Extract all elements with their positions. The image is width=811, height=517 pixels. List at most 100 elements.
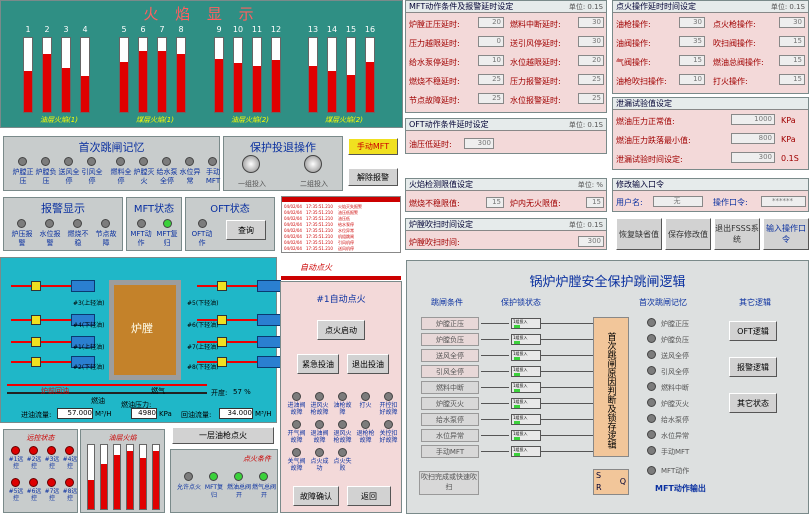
- ignite-delay-input[interactable]: 30: [779, 17, 805, 28]
- auto-ignite-lamp: [384, 392, 393, 401]
- emergency-oil-button[interactable]: 紧急投油: [297, 354, 339, 374]
- oil-flame-bar-fill: [140, 457, 146, 509]
- auto-ignite-lamp: [384, 420, 393, 429]
- oft-query-button[interactable]: 查询: [226, 220, 266, 240]
- flame-bar: [308, 37, 318, 113]
- burner[interactable]: [11, 280, 95, 292]
- reset-alarm-button[interactable]: 解除报警: [348, 168, 398, 186]
- mft-delay-input[interactable]: 0: [478, 36, 504, 47]
- leak-test-title: 泄漏试验值设定: [613, 98, 808, 110]
- auto-ignite-lamp-label: 关气阀故障: [287, 458, 306, 472]
- first-trip-lamp-label: 炉膛负压: [35, 168, 57, 185]
- flame-bar-fill: [366, 61, 374, 112]
- user-input[interactable]: 无: [653, 196, 703, 207]
- oft-delay-title: OFT动作条件延时设定 单位: 0.1S: [406, 119, 606, 131]
- mft-delay-input[interactable]: 30: [578, 17, 604, 28]
- ignite-start-button[interactable]: 点火启动: [317, 320, 365, 340]
- ignite-delay-input[interactable]: 15: [779, 55, 805, 66]
- first-trip-lamp: [18, 157, 27, 166]
- oft-delay-panel: OFT动作条件延时设定 单位: 0.1S 油压低延时: 300: [405, 118, 607, 154]
- unstable-limit-input[interactable]: 15: [486, 197, 504, 208]
- auto-ignite-lamp-label: 点火失败: [333, 458, 352, 472]
- event-cell: 引风机停: [338, 240, 354, 245]
- first-trip-lamp-label: 手动MFT: [205, 168, 221, 185]
- auto-ignite-lamp: [292, 392, 301, 401]
- lock-switch[interactable]: 1组投入: [511, 318, 541, 329]
- furnace-panel: 炉膛 #3(上轻油) #4(下轻油) #1(上轻油) #2(下轻油) #5(下轻油) #6…: [0, 257, 281, 423]
- mft-delay-label: 水位报警延时:: [510, 96, 561, 105]
- mft-delay-input[interactable]: 30: [578, 36, 604, 47]
- leak-test-unit: KPa: [781, 135, 796, 144]
- mft-delay-input[interactable]: 20: [578, 55, 604, 66]
- mft-delay-input[interactable]: 25: [578, 93, 604, 104]
- mft-delay-input[interactable]: 25: [478, 93, 504, 104]
- ignite-delay-input[interactable]: 30: [679, 17, 705, 28]
- one-layer-ignite-button[interactable]: 一层油枪点火: [172, 427, 274, 444]
- logic-wire: [481, 419, 509, 420]
- lock-switch[interactable]: 1组投入: [511, 398, 541, 409]
- flame-bar-number: 1: [25, 25, 31, 34]
- manual-mft-button[interactable]: 手动MFT: [348, 138, 398, 155]
- mft-delay-input[interactable]: 25: [478, 74, 504, 85]
- lock-switch[interactable]: 1组投入: [511, 334, 541, 345]
- auto-ignite-label: 自动点火: [300, 263, 332, 272]
- lock-switch[interactable]: 1组投入: [511, 382, 541, 393]
- logic-wire: [541, 387, 593, 388]
- back-button[interactable]: 返回: [347, 486, 391, 506]
- logic-cond: 炉膛灭火: [421, 397, 479, 410]
- lock-switch[interactable]: 1组投入: [511, 366, 541, 377]
- first-trip-lamp-label: 送风全停: [58, 168, 80, 185]
- burner-label: #5(下轻油): [187, 300, 219, 307]
- flame-bar: [365, 37, 375, 113]
- exit-oil-button[interactable]: 退出投油: [347, 354, 389, 374]
- lock-switch[interactable]: 1组投入: [511, 414, 541, 425]
- save-button[interactable]: 保存修改值: [665, 218, 711, 250]
- logic-title: 锅炉炉膛安全保护跳闸逻辑: [529, 275, 686, 290]
- flame-bar-number: 3: [63, 25, 69, 34]
- oft-logic-button[interactable]: OFT逻辑: [729, 321, 777, 341]
- oft-delay-input[interactable]: 300: [464, 138, 494, 149]
- nozzle-icon: [257, 336, 281, 348]
- logic-mem-label: 给水泵停: [661, 416, 689, 424]
- alarm-logic-button[interactable]: 报警逻辑: [729, 357, 777, 377]
- logic-mem-lamp: [647, 334, 656, 343]
- auto-ignite-panel: #1自动点火 点火启动 紧急投油 退出投油 进油阀故障 进风火枪故障 油枪故障 打火开…: [280, 281, 402, 513]
- event-cell: 04/02/04: [284, 216, 302, 221]
- leak-test-input[interactable]: 1000: [731, 114, 775, 125]
- lock-switch[interactable]: 1组投入: [511, 430, 541, 441]
- ignite-delay-input[interactable]: 15: [779, 36, 805, 47]
- ignite-delay-label: 点火枪操作:: [713, 20, 756, 29]
- purge-time-input[interactable]: 300: [578, 236, 604, 247]
- event-cell: 04/02/04: [284, 234, 302, 239]
- input-password-button[interactable]: 输入操作口令: [763, 218, 809, 250]
- switch-1-knob[interactable]: [242, 155, 260, 173]
- remote-lamp: [65, 446, 74, 455]
- fault-confirm-button[interactable]: 故障确认: [293, 486, 339, 506]
- ignite-delay-input[interactable]: 35: [679, 36, 705, 47]
- ignite-delay-input[interactable]: 10: [679, 74, 705, 85]
- ignite-delay-input[interactable]: 15: [679, 55, 705, 66]
- event-cell: 04/02/04: [284, 210, 302, 215]
- burner[interactable]: [197, 280, 281, 292]
- flame-bar: [252, 37, 262, 113]
- password-input[interactable]: ******: [761, 196, 806, 207]
- mft-delay-input[interactable]: 10: [478, 55, 504, 66]
- alarm-lamp-label: 水位报警: [39, 230, 61, 247]
- leak-test-input[interactable]: 300: [731, 152, 775, 163]
- no-flame-limit-input[interactable]: 15: [586, 197, 604, 208]
- restore-default-button[interactable]: 恢复缺省值: [616, 218, 662, 250]
- other-state-button[interactable]: 其它状态: [729, 393, 777, 413]
- ignite-delay-title: 点火操作延时时间设定 单位: 0.1S: [613, 1, 808, 13]
- alarm-lamp: [101, 219, 110, 228]
- lock-switch[interactable]: 1组投入: [511, 446, 541, 457]
- auto-ignite-lamp: [315, 392, 324, 401]
- ignite-delay-input[interactable]: 15: [779, 74, 805, 85]
- mft-delay-input[interactable]: 20: [478, 17, 504, 28]
- exit-fsss-button[interactable]: 退出FSSS系统: [714, 218, 760, 250]
- lock-switch[interactable]: 1组投入: [511, 350, 541, 361]
- leak-test-input[interactable]: 800: [731, 133, 775, 144]
- flame-bar-number: 8: [178, 25, 184, 34]
- mft-delay-input[interactable]: 25: [578, 74, 604, 85]
- event-log[interactable]: 04/02/04 17:35:51.210 火焰灭失报警 04/02/04 17:35:…: [281, 196, 401, 253]
- switch-2-knob[interactable]: [304, 155, 322, 173]
